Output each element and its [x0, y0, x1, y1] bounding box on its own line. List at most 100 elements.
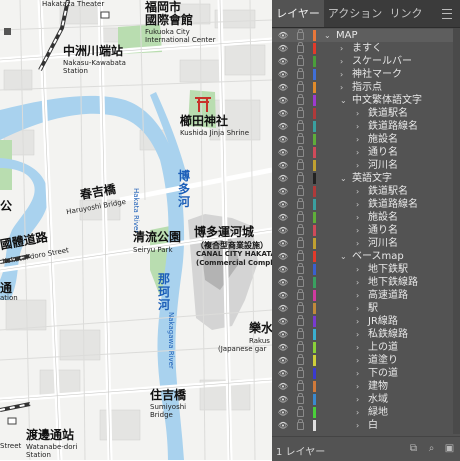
- visibility-eye-icon[interactable]: 👁: [277, 406, 289, 419]
- lock-icon[interactable]: [297, 172, 304, 183]
- visibility-eye-icon[interactable]: 👁: [277, 211, 289, 224]
- lock-icon[interactable]: [297, 185, 304, 196]
- chevron-down-icon[interactable]: ⌄: [340, 250, 347, 263]
- visibility-eye-icon[interactable]: 👁: [277, 380, 289, 393]
- lock-icon[interactable]: [297, 120, 304, 131]
- chevron-right-icon[interactable]: ›: [356, 354, 359, 367]
- lock-icon[interactable]: [297, 328, 304, 339]
- layer-row[interactable]: 👁 ⌄ MAP: [272, 29, 460, 42]
- chevron-right-icon[interactable]: ›: [356, 224, 359, 237]
- layer-row[interactable]: 👁 › 建物: [272, 380, 460, 393]
- visibility-eye-icon[interactable]: 👁: [277, 198, 289, 211]
- lock-icon[interactable]: [297, 159, 304, 170]
- lock-icon[interactable]: [297, 289, 304, 300]
- visibility-eye-icon[interactable]: 👁: [277, 159, 289, 172]
- hamburger-menu-icon[interactable]: [442, 9, 452, 19]
- visibility-eye-icon[interactable]: 👁: [277, 393, 289, 406]
- layer-row[interactable]: 👁 › 神社マーク: [272, 68, 460, 81]
- visibility-eye-icon[interactable]: 👁: [277, 68, 289, 81]
- chevron-right-icon[interactable]: ›: [356, 146, 359, 159]
- visibility-eye-icon[interactable]: 👁: [277, 250, 289, 263]
- chevron-down-icon[interactable]: ⌄: [324, 29, 331, 42]
- visibility-eye-icon[interactable]: 👁: [277, 263, 289, 276]
- visibility-eye-icon[interactable]: 👁: [277, 328, 289, 341]
- lock-icon[interactable]: [297, 367, 304, 378]
- layer-row[interactable]: 👁 › 河川名: [272, 159, 460, 172]
- visibility-eye-icon[interactable]: 👁: [277, 94, 289, 107]
- chevron-right-icon[interactable]: ›: [356, 120, 359, 133]
- chevron-right-icon[interactable]: ›: [356, 263, 359, 276]
- lock-icon[interactable]: [297, 29, 304, 40]
- chevron-down-icon[interactable]: ⌄: [340, 94, 347, 107]
- chevron-right-icon[interactable]: ›: [356, 276, 359, 289]
- layer-row[interactable]: 👁 › 上の道: [272, 341, 460, 354]
- chevron-right-icon[interactable]: ›: [340, 68, 343, 81]
- chevron-right-icon[interactable]: ›: [356, 380, 359, 393]
- chevron-right-icon[interactable]: ›: [356, 302, 359, 315]
- lock-icon[interactable]: [297, 276, 304, 287]
- layer-row[interactable]: 👁 › 私鉄線路: [272, 328, 460, 341]
- lock-icon[interactable]: [297, 55, 304, 66]
- lock-icon[interactable]: [297, 42, 304, 53]
- visibility-eye-icon[interactable]: 👁: [277, 172, 289, 185]
- chevron-right-icon[interactable]: ›: [356, 328, 359, 341]
- lock-icon[interactable]: [297, 81, 304, 92]
- chevron-right-icon[interactable]: ›: [356, 198, 359, 211]
- tab-links[interactable]: リンク: [386, 0, 426, 27]
- tab-actions[interactable]: アクション: [326, 0, 384, 27]
- lock-icon[interactable]: [297, 393, 304, 404]
- new-layer-icon[interactable]: ▣: [444, 443, 455, 454]
- layer-row[interactable]: 👁 › ますく: [272, 42, 460, 55]
- layer-row[interactable]: 👁 › 地下鉄線路: [272, 276, 460, 289]
- visibility-eye-icon[interactable]: 👁: [277, 354, 289, 367]
- visibility-eye-icon[interactable]: 👁: [277, 367, 289, 380]
- chevron-right-icon[interactable]: ›: [356, 315, 359, 328]
- layer-row[interactable]: 👁 › 水域: [272, 393, 460, 406]
- chevron-right-icon[interactable]: ›: [356, 406, 359, 419]
- visibility-eye-icon[interactable]: 👁: [277, 315, 289, 328]
- layer-row[interactable]: 👁 › 下の道: [272, 367, 460, 380]
- layer-row[interactable]: 👁 › 鉄道駅名: [272, 107, 460, 120]
- layer-row[interactable]: 👁 › 通り名: [272, 146, 460, 159]
- layer-row[interactable]: 👁 › 鉄道路線名: [272, 120, 460, 133]
- visibility-eye-icon[interactable]: 👁: [277, 120, 289, 133]
- visibility-eye-icon[interactable]: 👁: [277, 341, 289, 354]
- lock-icon[interactable]: [297, 211, 304, 222]
- chevron-right-icon[interactable]: ›: [356, 367, 359, 380]
- chevron-right-icon[interactable]: ›: [356, 341, 359, 354]
- map-canvas[interactable]: Hakataza Theater 福岡市 國際會館 Fukuoka City I…: [0, 0, 272, 460]
- visibility-eye-icon[interactable]: 👁: [277, 237, 289, 250]
- visibility-eye-icon[interactable]: 👁: [277, 289, 289, 302]
- chevron-right-icon[interactable]: ›: [356, 289, 359, 302]
- visibility-eye-icon[interactable]: 👁: [277, 29, 289, 42]
- visibility-eye-icon[interactable]: 👁: [277, 107, 289, 120]
- visibility-eye-icon[interactable]: 👁: [277, 81, 289, 94]
- lock-icon[interactable]: [297, 198, 304, 209]
- layer-row[interactable]: 👁 › 施設名: [272, 211, 460, 224]
- lock-icon[interactable]: [297, 354, 304, 365]
- layer-row[interactable]: 👁 › 鉄道路線名: [272, 198, 460, 211]
- chevron-right-icon[interactable]: ›: [356, 237, 359, 250]
- chevron-right-icon[interactable]: ›: [356, 419, 359, 432]
- lock-icon[interactable]: [297, 406, 304, 417]
- layer-row[interactable]: 👁 › 鉄道駅名: [272, 185, 460, 198]
- visibility-eye-icon[interactable]: 👁: [277, 146, 289, 159]
- visibility-eye-icon[interactable]: 👁: [277, 133, 289, 146]
- layer-row[interactable]: 👁 › JR線路: [272, 315, 460, 328]
- lock-icon[interactable]: [297, 380, 304, 391]
- layer-list-scrollbar[interactable]: [453, 28, 460, 434]
- visibility-eye-icon[interactable]: 👁: [277, 55, 289, 68]
- visibility-eye-icon[interactable]: 👁: [277, 185, 289, 198]
- chevron-down-icon[interactable]: ⌄: [340, 172, 347, 185]
- chevron-right-icon[interactable]: ›: [340, 42, 343, 55]
- layer-row[interactable]: 👁 › 施設名: [272, 133, 460, 146]
- layer-row[interactable]: 👁 › 地下鉄駅: [272, 263, 460, 276]
- visibility-eye-icon[interactable]: 👁: [277, 419, 289, 432]
- layer-row[interactable]: 👁 › 緑地: [272, 406, 460, 419]
- lock-icon[interactable]: [297, 263, 304, 274]
- lock-icon[interactable]: [297, 341, 304, 352]
- lock-icon[interactable]: [297, 250, 304, 261]
- export-icon[interactable]: ⧉: [408, 443, 419, 454]
- layer-row[interactable]: 👁 › 指示点: [272, 81, 460, 94]
- visibility-eye-icon[interactable]: 👁: [277, 276, 289, 289]
